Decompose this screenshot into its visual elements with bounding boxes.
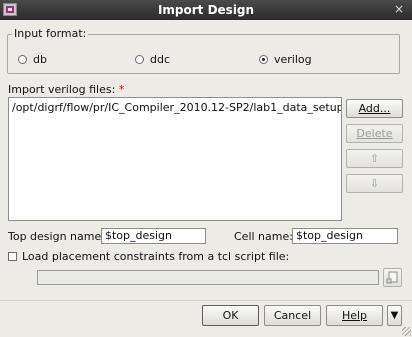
radio-verilog-indicator[interactable] xyxy=(259,55,268,64)
move-down-button[interactable]: ⇩ xyxy=(346,174,403,193)
close-icon[interactable]: × xyxy=(394,2,404,16)
move-up-button[interactable]: ⇧ xyxy=(346,149,403,168)
arrow-down-icon: ⇩ xyxy=(369,177,380,190)
ok-button[interactable]: OK xyxy=(202,305,259,326)
top-design-input[interactable]: $top_design xyxy=(101,228,206,244)
input-format-legend: Input format: xyxy=(12,27,89,40)
radio-db-label: db xyxy=(33,53,47,66)
radio-db[interactable]: db xyxy=(18,53,47,66)
help-button-label: Help xyxy=(341,309,368,322)
list-item[interactable]: /opt/digrf/flow/pr/IC_Compiler_2010.12-S… xyxy=(9,98,341,117)
load-constraints-checkbox[interactable] xyxy=(8,252,17,261)
window-title: Import Design xyxy=(157,3,255,17)
radio-verilog[interactable]: verilog xyxy=(259,53,312,66)
radio-ddc-indicator[interactable] xyxy=(135,55,144,64)
footer-divider xyxy=(0,300,412,301)
import-files-label: Import verilog files: * xyxy=(8,83,124,96)
folder-browse-icon xyxy=(386,271,398,284)
radio-db-indicator[interactable] xyxy=(18,55,27,64)
input-format-group xyxy=(7,34,400,74)
help-menu-button[interactable]: ▼ xyxy=(387,305,402,326)
file-list[interactable]: /opt/digrf/flow/pr/IC_Compiler_2010.12-S… xyxy=(8,97,342,221)
cancel-button-label: Cancel xyxy=(273,309,312,322)
add-button-label: Add... xyxy=(358,102,391,115)
import-files-label-text: Import verilog files: xyxy=(8,83,116,96)
add-button[interactable]: Add... xyxy=(346,99,403,118)
load-constraints-label: Load placement constraints from a tcl sc… xyxy=(22,250,290,263)
required-indicator: * xyxy=(118,83,125,96)
radio-ddc-label: ddc xyxy=(150,53,171,66)
top-design-label: Top design name: xyxy=(8,230,105,243)
cancel-button[interactable]: Cancel xyxy=(264,305,321,326)
cell-name-label: Cell name: xyxy=(234,230,293,243)
arrow-up-icon: ⇧ xyxy=(369,152,380,165)
radio-ddc[interactable]: ddc xyxy=(135,53,170,66)
delete-button-label: Delete xyxy=(356,127,393,140)
radio-verilog-label: verilog xyxy=(274,53,312,66)
tcl-script-input[interactable] xyxy=(37,270,379,285)
delete-button[interactable]: Delete xyxy=(346,124,403,143)
help-button[interactable]: Help xyxy=(326,305,383,326)
browse-button[interactable] xyxy=(383,268,402,287)
resize-grip-icon[interactable] xyxy=(402,327,411,336)
title-bar: Import Design × xyxy=(0,0,412,20)
cell-name-input[interactable]: $top_design xyxy=(292,228,398,244)
ok-button-label: OK xyxy=(222,309,239,322)
chevron-down-icon: ▼ xyxy=(390,310,399,321)
